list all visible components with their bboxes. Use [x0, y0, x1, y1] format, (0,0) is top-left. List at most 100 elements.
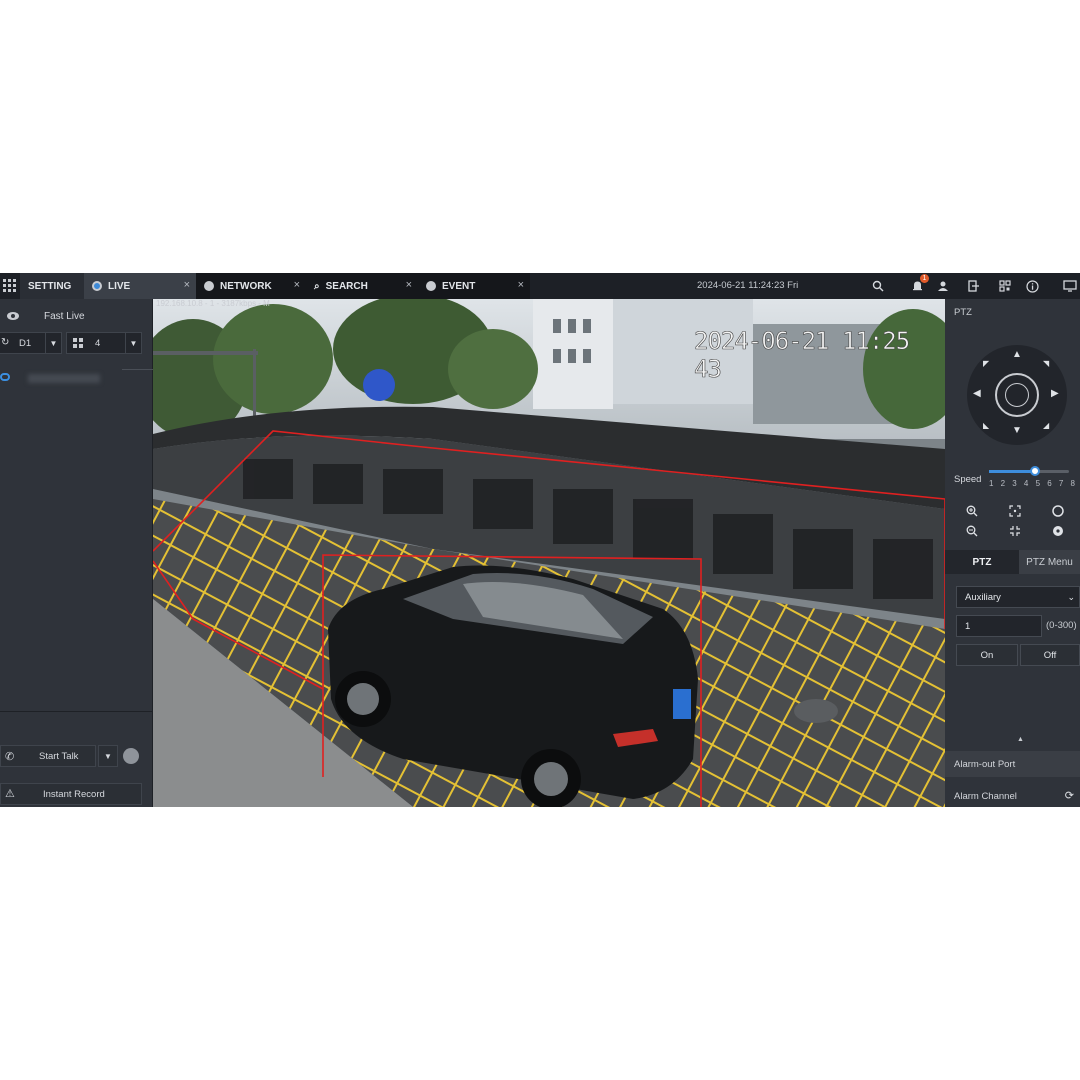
logout-icon[interactable]	[966, 278, 982, 294]
speed-tick: 2	[1000, 479, 1006, 488]
zoom-in-icon[interactable]	[963, 502, 981, 520]
fast-live-toggle[interactable]: Fast Live	[0, 307, 153, 327]
speed-tick: 8	[1070, 479, 1075, 488]
focus-far-icon[interactable]	[1006, 522, 1024, 540]
live-video-view[interactable]: 192.168.10.8 - 1 - 3187kbps - M 2024-06-…	[153, 299, 945, 807]
tab-live[interactable]: LIVE ×	[84, 273, 196, 299]
alarm-out-port-header[interactable]: Alarm-out Port	[945, 751, 1080, 777]
tab-network[interactable]: NETWORK ×	[196, 273, 306, 299]
info-icon[interactable]	[1024, 278, 1040, 294]
ptz-joystick[interactable]: ▲ ▼ ◀ ▶ ◤ ◥ ◣ ◢	[967, 345, 1067, 445]
arrow-down-left-icon[interactable]: ◣	[983, 421, 989, 430]
collapse-up-icon[interactable]: ▲	[1017, 736, 1024, 743]
auxiliary-number-input[interactable]: 1	[956, 615, 1042, 637]
ptz-3d-position-icon[interactable]	[1005, 383, 1029, 407]
grid-menu-icon[interactable]	[0, 273, 20, 299]
auxiliary-select-value: Auxiliary	[965, 591, 1001, 603]
alarm-channel-row[interactable]: Alarm Channel ⟳	[945, 783, 1080, 807]
fast-live-icon	[7, 312, 19, 320]
user-icon[interactable]	[935, 278, 951, 294]
speed-ticks: 1 2 3 4 5 6 7 8	[989, 479, 1075, 488]
network-icon	[204, 281, 214, 291]
instant-record-button[interactable]: ⚠ Instant Record	[0, 783, 142, 805]
tab-setting-label: SETTING	[28, 280, 72, 292]
tab-ptz-menu[interactable]: PTZ Menu	[1019, 550, 1080, 574]
chevron-down-icon: ▼	[125, 333, 141, 353]
speed-tick: 7	[1058, 479, 1064, 488]
focus-near-icon[interactable]	[1006, 502, 1024, 520]
left-panel: Fast Live ↻ D1 ▼ 4 ▼ ✆ Start Talk ▼ ⚠ In…	[0, 299, 153, 807]
divider	[122, 369, 153, 370]
phone-icon: ✆	[5, 751, 15, 763]
talk-options-dropdown[interactable]: ▼	[98, 745, 118, 767]
speed-slider-handle[interactable]	[1029, 466, 1040, 476]
live-icon	[92, 281, 102, 291]
right-panel: PTZ ▲ ▼ ◀ ▶ ◤ ◥ ◣ ◢ Speed 1 2 3 4 5 6 7 …	[945, 299, 1080, 807]
fast-live-label: Fast Live	[44, 311, 85, 322]
tab-search[interactable]: ⌕ SEARCH ×	[306, 273, 418, 299]
zoom-out-icon[interactable]	[963, 522, 981, 540]
speed-tick: 3	[1012, 479, 1017, 488]
arrow-right-icon[interactable]: ▶	[1051, 388, 1059, 399]
speed-slider[interactable]	[989, 466, 1069, 476]
search-tab-icon: ⌕	[314, 280, 320, 292]
close-icon[interactable]: ×	[294, 279, 300, 291]
refresh-small-icon: ↻	[1, 337, 10, 348]
channel-name-redacted	[28, 374, 100, 383]
channel-link-icon	[0, 373, 10, 381]
speed-tick: 6	[1047, 479, 1052, 488]
system-datetime: 2024-06-21 11:24:23 Fri	[697, 280, 799, 291]
monitor-icon[interactable]	[1062, 278, 1078, 294]
tab-ptz[interactable]: PTZ	[945, 550, 1019, 574]
stream-select[interactable]: ↻ D1 ▼	[0, 332, 62, 354]
warning-icon: ⚠	[5, 788, 15, 800]
close-icon[interactable]: ×	[406, 279, 412, 291]
arrow-up-right-icon[interactable]: ◥	[1043, 359, 1049, 368]
layout-grid-icon	[73, 338, 83, 351]
qr-code-icon[interactable]	[997, 278, 1013, 294]
tab-network-label: NETWORK	[220, 280, 272, 292]
ptz-panel-title: PTZ	[954, 307, 972, 318]
event-icon	[426, 281, 436, 291]
osd-timestamp: 2024-06-21 11:25 43	[694, 327, 911, 384]
tab-event-label: EVENT	[442, 280, 476, 292]
search-icon[interactable]	[870, 278, 886, 294]
arrow-left-icon[interactable]: ◀	[973, 388, 981, 399]
channel-list-item[interactable]	[0, 365, 153, 391]
layout-select[interactable]: 4 ▼	[66, 332, 142, 354]
auxiliary-select[interactable]: Auxiliary ⌄	[956, 586, 1080, 608]
speed-tick: 4	[1023, 479, 1029, 488]
stream-info-label: 192.168.10.8 - 1 - 3187kbps - M	[156, 299, 270, 308]
arrow-down-right-icon[interactable]: ◢	[1043, 421, 1049, 430]
tab-live-label: LIVE	[108, 280, 131, 292]
off-button[interactable]: Off	[1020, 644, 1080, 666]
close-icon[interactable]: ×	[184, 279, 190, 291]
on-button[interactable]: On	[956, 644, 1018, 666]
tab-event[interactable]: EVENT ×	[418, 273, 530, 299]
instant-record-label: Instant Record	[43, 788, 105, 800]
stream-select-value: D1	[19, 337, 32, 349]
arrow-down-icon[interactable]: ▼	[1012, 425, 1022, 436]
talk-status-indicator	[123, 748, 139, 764]
layout-select-value: 4	[95, 337, 101, 349]
iris-open-icon[interactable]	[1049, 502, 1067, 520]
close-icon[interactable]: ×	[518, 279, 524, 291]
start-talk-label: Start Talk	[39, 750, 79, 762]
divider	[0, 711, 153, 712]
auxiliary-number-value: 1	[965, 620, 971, 632]
chevron-down-icon: ▼	[104, 751, 112, 761]
arrow-up-left-icon[interactable]: ◤	[983, 359, 989, 368]
tab-search-label: SEARCH	[325, 280, 368, 292]
iris-close-icon[interactable]	[1049, 522, 1067, 540]
speed-tick: 5	[1035, 479, 1041, 488]
tab-setting[interactable]: SETTING	[20, 273, 84, 299]
talk-controls: ✆ Start Talk ▼	[0, 745, 153, 767]
alarm-out-port-label: Alarm-out Port	[954, 758, 1016, 770]
speed-slider-fill	[989, 470, 1035, 473]
ptz-tabs: PTZ PTZ Menu	[945, 550, 1080, 574]
refresh-icon[interactable]: ⟳	[1065, 789, 1074, 802]
speed-tick: 1	[989, 479, 994, 488]
start-talk-button[interactable]: ✆ Start Talk	[0, 745, 96, 767]
arrow-up-icon[interactable]: ▲	[1012, 349, 1022, 360]
alarm-channel-label: Alarm Channel	[954, 790, 1017, 802]
